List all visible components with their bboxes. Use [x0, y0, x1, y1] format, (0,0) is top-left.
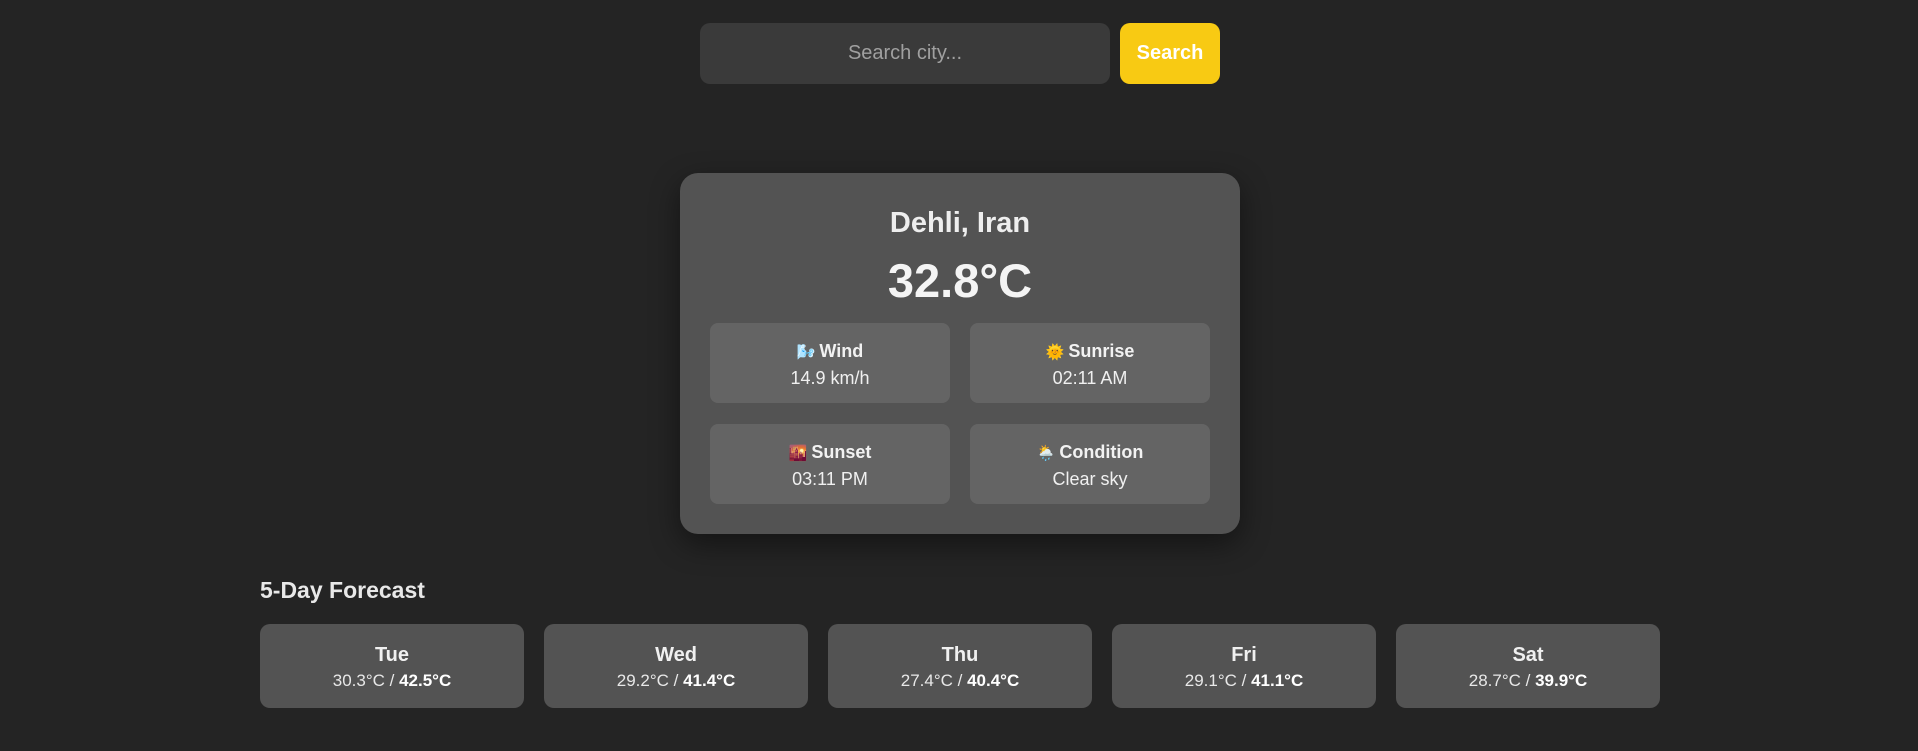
detail-value: 03:11 PM	[792, 469, 868, 489]
forecast-min: 30.3°C	[332, 671, 385, 690]
forecast-row: Tue 30.3°C / 42.5°C Wed 29.2°C / 41.4°C …	[260, 624, 1660, 708]
forecast-day: Sat	[1512, 644, 1544, 666]
current-weather-card: Dehli, Iran 32.8°C 🌬️ Wind 14.9 km/h 🌞 Sun…	[680, 173, 1240, 534]
forecast-temps: 30.3°C / 42.5°C	[332, 671, 452, 690]
detail-label: Condition	[1059, 442, 1144, 462]
forecast-max: 41.1°C	[1251, 671, 1304, 690]
sunrise-icon: 🌞	[1045, 344, 1065, 361]
forecast-min: 27.4°C	[900, 671, 953, 690]
forecast-day: Tue	[374, 644, 410, 666]
forecast-min: 28.7°C	[1468, 671, 1521, 690]
forecast-title: 5-Day Forecast	[260, 577, 425, 603]
forecast-card-sat: Sat 28.7°C / 39.9°C	[1396, 624, 1660, 708]
forecast-temps: 28.7°C / 39.9°C	[1468, 671, 1588, 690]
sunrise-detail: 🌞 Sunrise 02:11 AM	[970, 323, 1210, 403]
wind-icon: 🌬️	[796, 344, 816, 361]
detail-label: Sunset	[811, 442, 872, 462]
forecast-max: 42.5°C	[399, 671, 452, 690]
forecast-max: 40.4°C	[967, 671, 1020, 690]
details-grid: 🌬️ Wind 14.9 km/h 🌞 Sunrise 02:11 AM 🌇 Suns…	[710, 323, 1210, 504]
forecast-card-thu: Thu 27.4°C / 40.4°C	[828, 624, 1092, 708]
detail-label: Sunrise	[1068, 341, 1135, 361]
search-button[interactable]: Search	[1120, 23, 1220, 84]
city-name: Dehli, Iran	[889, 207, 1031, 239]
forecast-day: Wed	[655, 644, 697, 666]
forecast-temps: 27.4°C / 40.4°C	[900, 671, 1020, 690]
forecast-temps: 29.2°C / 41.4°C	[616, 671, 736, 690]
detail-label: Wind	[819, 341, 864, 361]
current-temperature: 32.8°C	[887, 254, 1033, 307]
detail-value: 14.9 km/h	[790, 368, 870, 388]
search-bar: Search	[700, 23, 1220, 84]
forecast-card-wed: Wed 29.2°C / 41.4°C	[544, 624, 808, 708]
search-input[interactable]	[700, 23, 1110, 84]
detail-value: Clear sky	[1052, 469, 1128, 489]
condition-detail: 🌦️ Condition Clear sky	[970, 424, 1210, 504]
forecast-card-fri: Fri 29.1°C / 41.1°C	[1112, 624, 1376, 708]
forecast-max: 39.9°C	[1535, 671, 1588, 690]
forecast-temps: 29.1°C / 41.1°C	[1184, 671, 1304, 690]
detail-value: 02:11 AM	[1052, 368, 1128, 388]
forecast-card-tue: Tue 30.3°C / 42.5°C	[260, 624, 524, 708]
forecast-min: 29.1°C	[1184, 671, 1237, 690]
forecast-max: 41.4°C	[683, 671, 736, 690]
sunset-detail: 🌇 Sunset 03:11 PM	[710, 424, 950, 504]
sunset-icon: 🌇	[788, 445, 808, 462]
wind-detail: 🌬️ Wind 14.9 km/h	[710, 323, 950, 403]
forecast-min: 29.2°C	[616, 671, 669, 690]
condition-icon: 🌦️	[1036, 445, 1056, 462]
forecast-day: Fri	[1231, 644, 1257, 666]
forecast-day: Thu	[941, 644, 979, 666]
